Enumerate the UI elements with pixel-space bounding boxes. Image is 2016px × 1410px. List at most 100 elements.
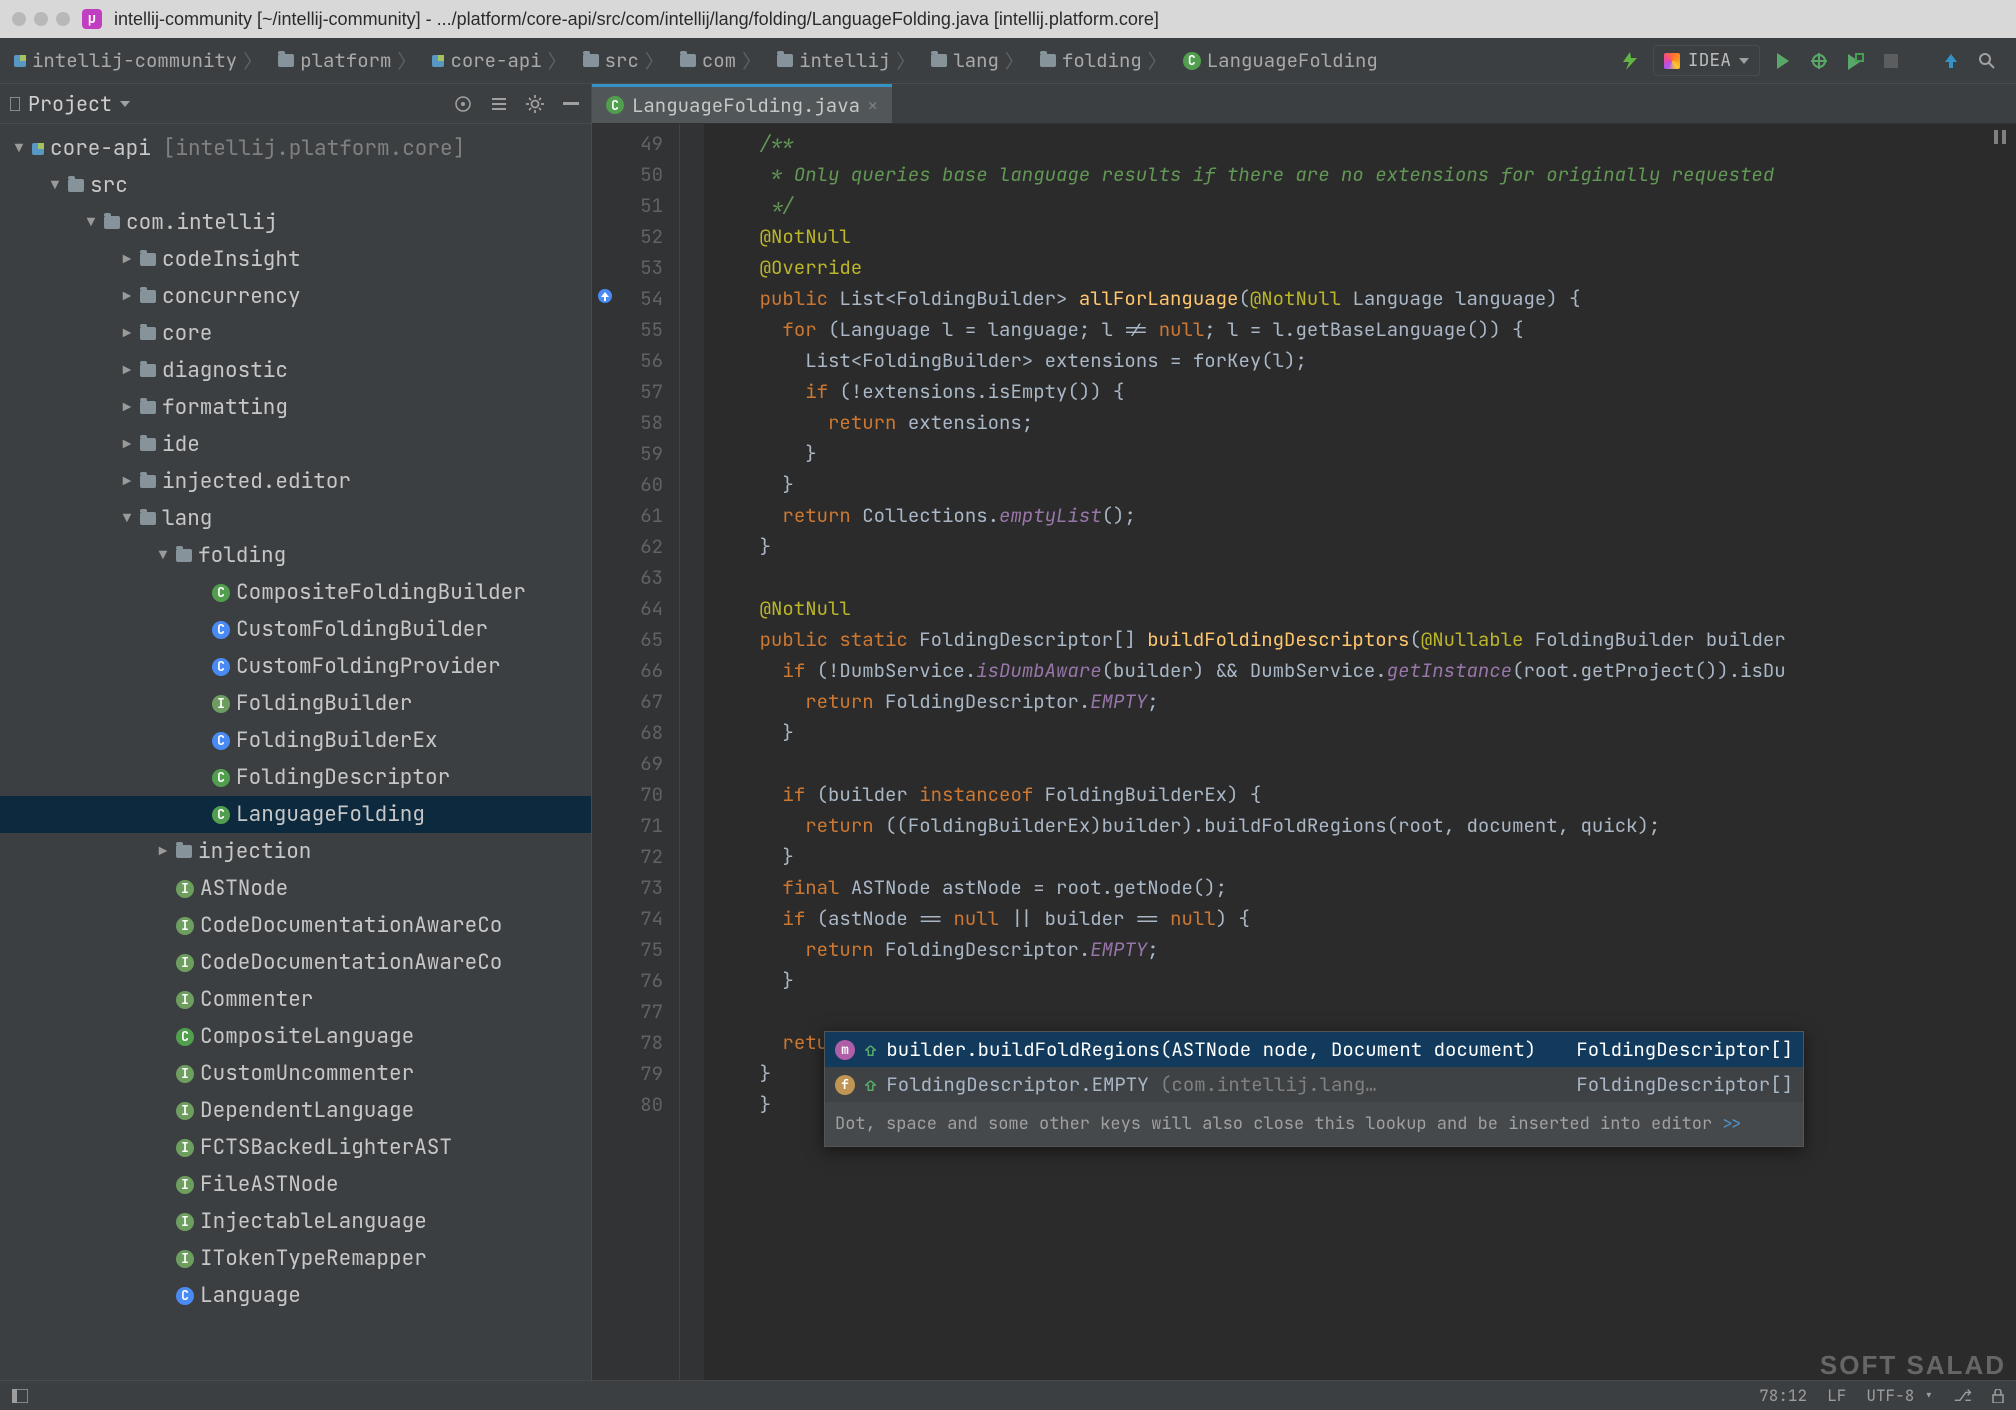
autocomplete-item[interactable]: ⇧builder.buildFoldRegions(ASTNode node, … <box>825 1032 1803 1067</box>
line-number[interactable]: 76 <box>600 965 663 996</box>
breadcrumb-item[interactable]: core-api〉 <box>424 43 574 78</box>
breadcrumb-item[interactable]: src〉 <box>575 43 672 78</box>
tree-node[interactable]: ▶ formatting <box>0 389 591 426</box>
autocomplete-item[interactable]: ⇧FoldingDescriptor.EMPTY (com.intellij.l… <box>825 1067 1803 1102</box>
fold-column[interactable] <box>680 124 704 1380</box>
line-number[interactable]: 55 <box>600 314 663 345</box>
tree-node[interactable]: DependentLanguage <box>0 1092 591 1129</box>
tree-node[interactable]: ▼ core-api[intellij.platform.core] <box>0 130 591 167</box>
code-line[interactable]: } <box>714 469 2006 500</box>
tree-arrow[interactable]: ▼ <box>156 547 170 565</box>
code-line[interactable]: public List<FoldingBuilder> allForLangua… <box>714 283 2006 314</box>
line-number[interactable]: 71 <box>600 810 663 841</box>
line-number[interactable]: 56 <box>600 345 663 376</box>
tree-arrow[interactable]: ▶ <box>120 473 134 491</box>
tree-node[interactable]: Language <box>0 1277 591 1314</box>
tree-node[interactable]: CustomUncommenter <box>0 1055 591 1092</box>
readonly-lock-icon[interactable] <box>1992 1389 2004 1403</box>
coverage-button[interactable] <box>1842 48 1868 74</box>
expand-all-button[interactable] <box>489 94 509 114</box>
breadcrumb-item[interactable]: platform〉 <box>270 43 424 78</box>
tree-node[interactable]: CompositeFoldingBuilder <box>0 574 591 611</box>
line-number[interactable]: 51 <box>600 190 663 221</box>
line-number[interactable]: 49 <box>600 128 663 159</box>
autocomplete-more-link[interactable]: >> <box>1722 1113 1742 1135</box>
line-number[interactable]: 74 <box>600 903 663 934</box>
tree-node[interactable]: ▼ lang <box>0 500 591 537</box>
override-gutter-icon[interactable] <box>596 287 614 305</box>
tool-window-toggle[interactable] <box>12 1389 28 1403</box>
tree-node[interactable]: ASTNode <box>0 870 591 907</box>
close-window-button[interactable] <box>12 12 26 26</box>
encoding[interactable]: UTF-8 ▾ <box>1866 1385 1933 1406</box>
code-line[interactable]: } <box>714 438 2006 469</box>
code-line[interactable] <box>714 996 2006 1027</box>
git-branch-indicator[interactable]: ⎇ <box>1954 1385 1972 1406</box>
code-line[interactable]: @NotNull <box>714 593 2006 624</box>
tree-arrow[interactable]: ▶ <box>120 251 134 269</box>
line-number[interactable]: 68 <box>600 717 663 748</box>
tree-node[interactable]: ▶ ide <box>0 426 591 463</box>
line-number[interactable]: 70 <box>600 779 663 810</box>
code-line[interactable]: if (!extensions.isEmpty()) { <box>714 376 2006 407</box>
tree-arrow[interactable]: ▼ <box>48 177 62 195</box>
tree-node[interactable]: ▶ injection <box>0 833 591 870</box>
code-line[interactable]: return FoldingDescriptor.EMPTY; <box>714 686 2006 717</box>
line-separator[interactable]: LF <box>1827 1385 1846 1406</box>
code-line[interactable] <box>714 748 2006 779</box>
tree-node[interactable]: LanguageFolding <box>0 796 591 833</box>
locate-file-button[interactable] <box>453 94 473 114</box>
line-number[interactable]: 65 <box>600 624 663 655</box>
tree-node[interactable]: ▼ src <box>0 167 591 204</box>
tree-node[interactable]: CompositeLanguage <box>0 1018 591 1055</box>
tree-node[interactable]: ▶ core <box>0 315 591 352</box>
tree-node[interactable]: FCTSBackedLighterAST <box>0 1129 591 1166</box>
code-line[interactable]: } <box>714 531 2006 562</box>
line-number[interactable]: 80 <box>600 1089 663 1120</box>
code-line[interactable]: return FoldingDescriptor.EMPTY; <box>714 934 2006 965</box>
line-number[interactable]: 69 <box>600 748 663 779</box>
breadcrumb-item[interactable]: intellij〉 <box>769 43 923 78</box>
line-number[interactable]: 52 <box>600 221 663 252</box>
tree-node[interactable]: FoldingBuilderEx <box>0 722 591 759</box>
line-number[interactable]: 64 <box>600 593 663 624</box>
debug-button[interactable] <box>1806 48 1832 74</box>
line-number[interactable]: 79 <box>600 1058 663 1089</box>
code-line[interactable]: return Collections.emptyList(); <box>714 500 2006 531</box>
tree-node[interactable]: CodeDocumentationAwareCo <box>0 944 591 981</box>
tree-node[interactable]: ▼ folding <box>0 537 591 574</box>
line-number[interactable]: 50 <box>600 159 663 190</box>
code-line[interactable]: if (!DumbService.isDumbAware(builder) &&… <box>714 655 2006 686</box>
inspection-indicator[interactable] <box>1994 130 2006 144</box>
code-line[interactable]: /** <box>714 128 2006 159</box>
tree-node[interactable]: CodeDocumentationAwareCo <box>0 907 591 944</box>
line-number[interactable]: 67 <box>600 686 663 717</box>
line-number[interactable]: 63 <box>600 562 663 593</box>
build-button[interactable] <box>1617 48 1643 74</box>
tree-arrow[interactable]: ▼ <box>12 140 26 158</box>
tree-node[interactable]: ▶ concurrency <box>0 278 591 315</box>
line-number[interactable]: 60 <box>600 469 663 500</box>
tree-node[interactable]: Commenter <box>0 981 591 1018</box>
line-number[interactable]: 53 <box>600 252 663 283</box>
tree-arrow[interactable]: ▶ <box>120 325 134 343</box>
tree-arrow[interactable]: ▶ <box>120 362 134 380</box>
tree-node[interactable]: FoldingDescriptor <box>0 759 591 796</box>
line-number[interactable]: 78 <box>600 1027 663 1058</box>
tree-node[interactable]: CustomFoldingBuilder <box>0 611 591 648</box>
code-line[interactable]: List<FoldingBuilder> extensions = forKey… <box>714 345 2006 376</box>
run-button[interactable] <box>1770 48 1796 74</box>
tree-node[interactable]: ▶ codeInsight <box>0 241 591 278</box>
code-line[interactable]: @NotNull <box>714 221 2006 252</box>
tree-node[interactable]: FileASTNode <box>0 1166 591 1203</box>
line-number[interactable]: 66 <box>600 655 663 686</box>
tree-node[interactable]: ▼ com.intellij <box>0 204 591 241</box>
tree-node[interactable]: FoldingBuilder <box>0 685 591 722</box>
tree-node[interactable]: InjectableLanguage <box>0 1203 591 1240</box>
project-title[interactable]: Project <box>10 91 443 117</box>
tree-node[interactable]: ITokenTypeRemapper <box>0 1240 591 1277</box>
code-line[interactable]: } <box>714 841 2006 872</box>
code-line[interactable] <box>714 562 2006 593</box>
line-number[interactable]: 73 <box>600 872 663 903</box>
zoom-window-button[interactable] <box>56 12 70 26</box>
